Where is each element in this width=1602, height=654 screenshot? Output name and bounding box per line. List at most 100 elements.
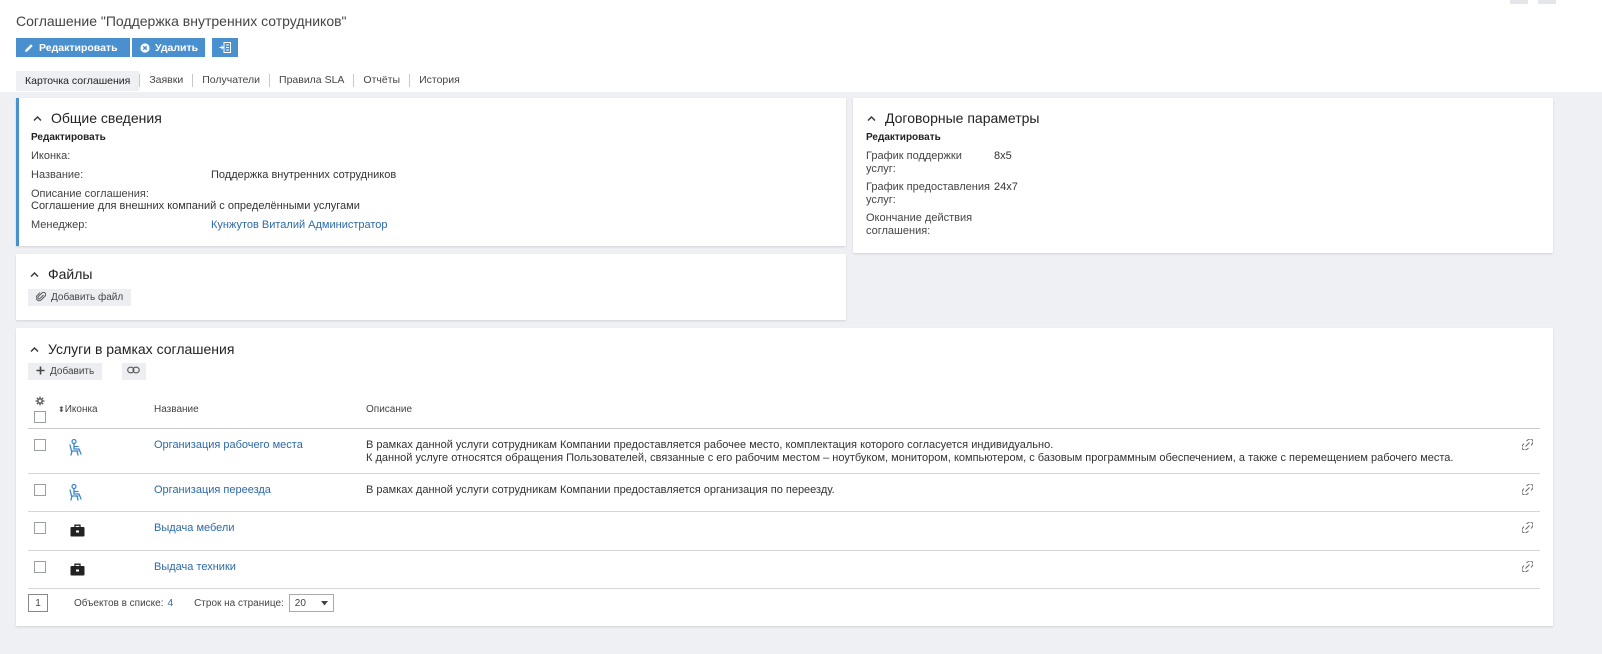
manager-label: Менеджер: (31, 219, 88, 231)
provision-schedule-label-line1: График предоставления (866, 181, 990, 193)
files-title: Файлы (48, 266, 93, 282)
row-checkbox[interactable] (34, 483, 46, 496)
add-file-button[interactable]: Добавить файл (28, 289, 132, 306)
description-value: Соглашение для внешних компаний с опреде… (31, 200, 360, 212)
service-name-link[interactable]: Организация переезда (154, 484, 271, 496)
select-all-checkbox[interactable] (34, 411, 46, 424)
row-checkbox[interactable] (34, 560, 46, 573)
chevron-up-icon (30, 346, 39, 352)
support-schedule-label-line2: услуг: (866, 163, 896, 175)
tab-requests[interactable]: Заявки (139, 73, 192, 87)
page-header: Соглашение "Поддержка внутренних сотрудн… (0, 0, 1602, 92)
corner-button-2[interactable] (1538, 0, 1556, 4)
tab-history[interactable]: История (409, 73, 469, 87)
icon-label: Иконка: (31, 150, 71, 162)
row-name-cell: Выдача мебели (154, 511, 366, 551)
description-line: В рамках данной услуги сотрудникам Компа… (366, 438, 1054, 451)
delete-button-label: Удалить (155, 41, 199, 54)
briefcase-icon (58, 561, 154, 579)
row-description-cell: В рамках данной услуги сотрудникам Компа… (366, 428, 1510, 474)
contract-params-header[interactable]: Договорные параметры (867, 110, 1039, 126)
pagination: 1 Объектов в списке: 4 Строк на странице… (28, 594, 334, 612)
general-info-panel: Общие сведения Редактировать Иконка: Наз… (16, 98, 846, 246)
row-checkbox[interactable] (34, 438, 46, 451)
files-header[interactable]: Файлы (30, 266, 92, 282)
unlink-icon[interactable] (1510, 437, 1540, 453)
general-edit-link[interactable]: Редактировать (31, 132, 106, 143)
chevron-down-icon (320, 598, 328, 609)
add-service-button[interactable]: Добавить (28, 363, 103, 380)
description-line: В рамках данной услуги сотрудникам Компа… (366, 483, 835, 496)
agreement-end-label: Окончание действия соглашения: (866, 212, 972, 238)
row-actions-cell (1510, 550, 1540, 589)
tab-bar: Карточка соглашения Заявки Получатели Пр… (16, 71, 469, 91)
table-header-row: ⬍Иконка Название Описание (28, 392, 1540, 429)
chair-person-icon (58, 438, 154, 460)
row-checkbox[interactable] (34, 521, 46, 534)
table-row: Выдача техники (28, 550, 1540, 589)
row-description-cell (366, 511, 1510, 551)
support-schedule-label-line1: График поддержки (866, 150, 962, 162)
table-row: Организация рабочего места В рамках данн… (28, 428, 1540, 474)
briefcase-icon (58, 522, 154, 540)
objects-count-value[interactable]: 4 (168, 598, 174, 609)
manager-link[interactable]: Кунжутов Виталий Администратор (211, 219, 388, 231)
service-name-link[interactable]: Организация рабочего места (154, 439, 303, 451)
chair-person-icon (58, 483, 154, 505)
services-header[interactable]: Услуги в рамках соглашения (30, 341, 234, 357)
row-icon-cell (58, 473, 154, 512)
icon-column-label: Иконка (64, 404, 98, 416)
row-icon-cell (58, 550, 154, 589)
name-column-header[interactable]: Название (154, 392, 366, 429)
files-panel: Файлы Добавить файл (16, 254, 846, 320)
page-number-input[interactable]: 1 (28, 594, 48, 612)
row-select-cell (28, 511, 58, 551)
unlink-icon[interactable] (1510, 559, 1540, 575)
rows-per-page-select[interactable]: 20 (288, 594, 334, 612)
tab-agreement-card[interactable]: Карточка соглашения (16, 71, 140, 91)
corner-button-1[interactable] (1510, 0, 1528, 4)
pencil-icon (24, 43, 34, 53)
contract-edit-link[interactable]: Редактировать (866, 132, 941, 143)
tab-reports[interactable]: Отчёты (353, 73, 409, 87)
row-actions-cell (1510, 473, 1540, 512)
rows-per-page-label: Строк на странице: (194, 597, 284, 609)
link-service-button[interactable] (122, 363, 146, 380)
unlink-icon[interactable] (1510, 520, 1540, 536)
general-info-header[interactable]: Общие сведения (33, 110, 162, 126)
close-circle-icon (140, 42, 150, 53)
icon-column-header[interactable]: ⬍Иконка (58, 392, 154, 429)
service-name-link[interactable]: Выдача мебели (154, 522, 235, 534)
add-file-label: Добавить файл (51, 292, 124, 303)
agreement-end-label-line2: соглашения: (866, 225, 931, 237)
actions-column-header (1510, 392, 1540, 429)
row-select-cell (28, 428, 58, 474)
service-name-link[interactable]: Выдача техники (154, 561, 236, 573)
name-label: Название: (31, 169, 84, 181)
edit-button[interactable]: Редактировать (16, 38, 130, 57)
paperclip-icon (35, 291, 47, 305)
row-actions-cell (1510, 428, 1540, 474)
row-icon-cell (58, 428, 154, 474)
select-column-header (28, 392, 58, 429)
provision-schedule-label-line2: услуг: (866, 194, 896, 206)
table-row: Выдача мебели (28, 511, 1540, 551)
chevron-up-icon (867, 115, 876, 121)
row-actions-cell (1510, 511, 1540, 551)
description-column-header[interactable]: Описание (366, 392, 1510, 429)
tab-sla-rules[interactable]: Правила SLA (269, 73, 353, 87)
services-title: Услуги в рамках соглашения (48, 341, 235, 357)
edit-button-label: Редактировать (39, 41, 118, 54)
name-value: Поддержка внутренних сотрудников (211, 169, 397, 181)
unlink-icon[interactable] (1510, 482, 1540, 498)
add-service-label: Добавить (50, 366, 95, 377)
contract-params-panel: Договорные параметры Редактировать Графи… (853, 98, 1553, 253)
gear-icon[interactable] (28, 396, 58, 409)
layout-toggle-button[interactable] (212, 38, 238, 57)
panel-layout-icon (219, 42, 231, 53)
link-icon (127, 366, 140, 377)
tab-recipients[interactable]: Получатели (192, 73, 269, 87)
support-schedule-value: 8x5 (994, 150, 1012, 162)
agreement-end-label-line1: Окончание действия (866, 212, 973, 224)
delete-button[interactable]: Удалить (132, 38, 205, 57)
